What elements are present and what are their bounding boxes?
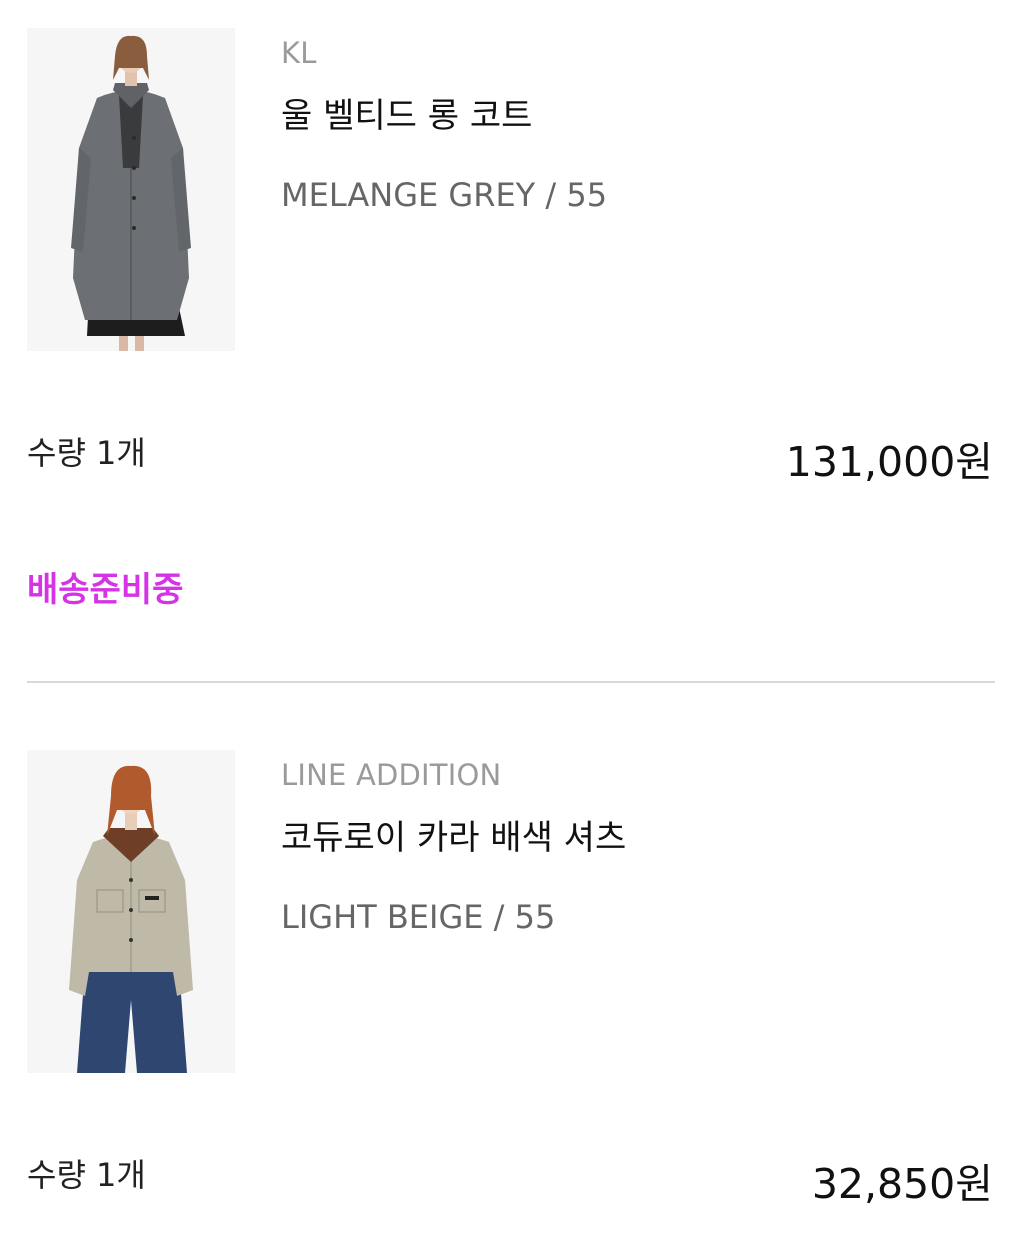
quantity-label: 수량 1개 — [27, 434, 146, 472]
product-thumbnail[interactable] — [27, 750, 235, 1073]
product-name[interactable]: 코듀로이 카라 배색 셔츠 — [281, 810, 626, 859]
coat-model-image — [27, 28, 235, 351]
order-item: LINE ADDITION 코듀로이 카라 배색 셔츠 LIGHT BEIGE … — [0, 722, 1033, 1247]
brand-name: LINE ADDITION — [281, 758, 502, 792]
order-status-badge: 배송준비중 — [27, 570, 184, 610]
price-label: 32,850원 — [811, 1160, 993, 1208]
product-thumbnail[interactable] — [27, 28, 235, 351]
brand-name: KL — [281, 36, 317, 70]
order-item: KL 울 벨티드 롱 코트 MELANGE GREY / 55 수량 1개 13… — [0, 0, 1033, 700]
product-name[interactable]: 울 벨티드 롱 코트 — [281, 88, 532, 137]
product-option: MELANGE GREY / 55 — [281, 176, 608, 214]
shirt-model-image — [27, 750, 235, 1073]
product-option: LIGHT BEIGE / 55 — [281, 898, 556, 936]
price-label: 131,000원 — [785, 438, 993, 486]
quantity-label: 수량 1개 — [27, 1156, 146, 1194]
divider — [27, 681, 995, 683]
